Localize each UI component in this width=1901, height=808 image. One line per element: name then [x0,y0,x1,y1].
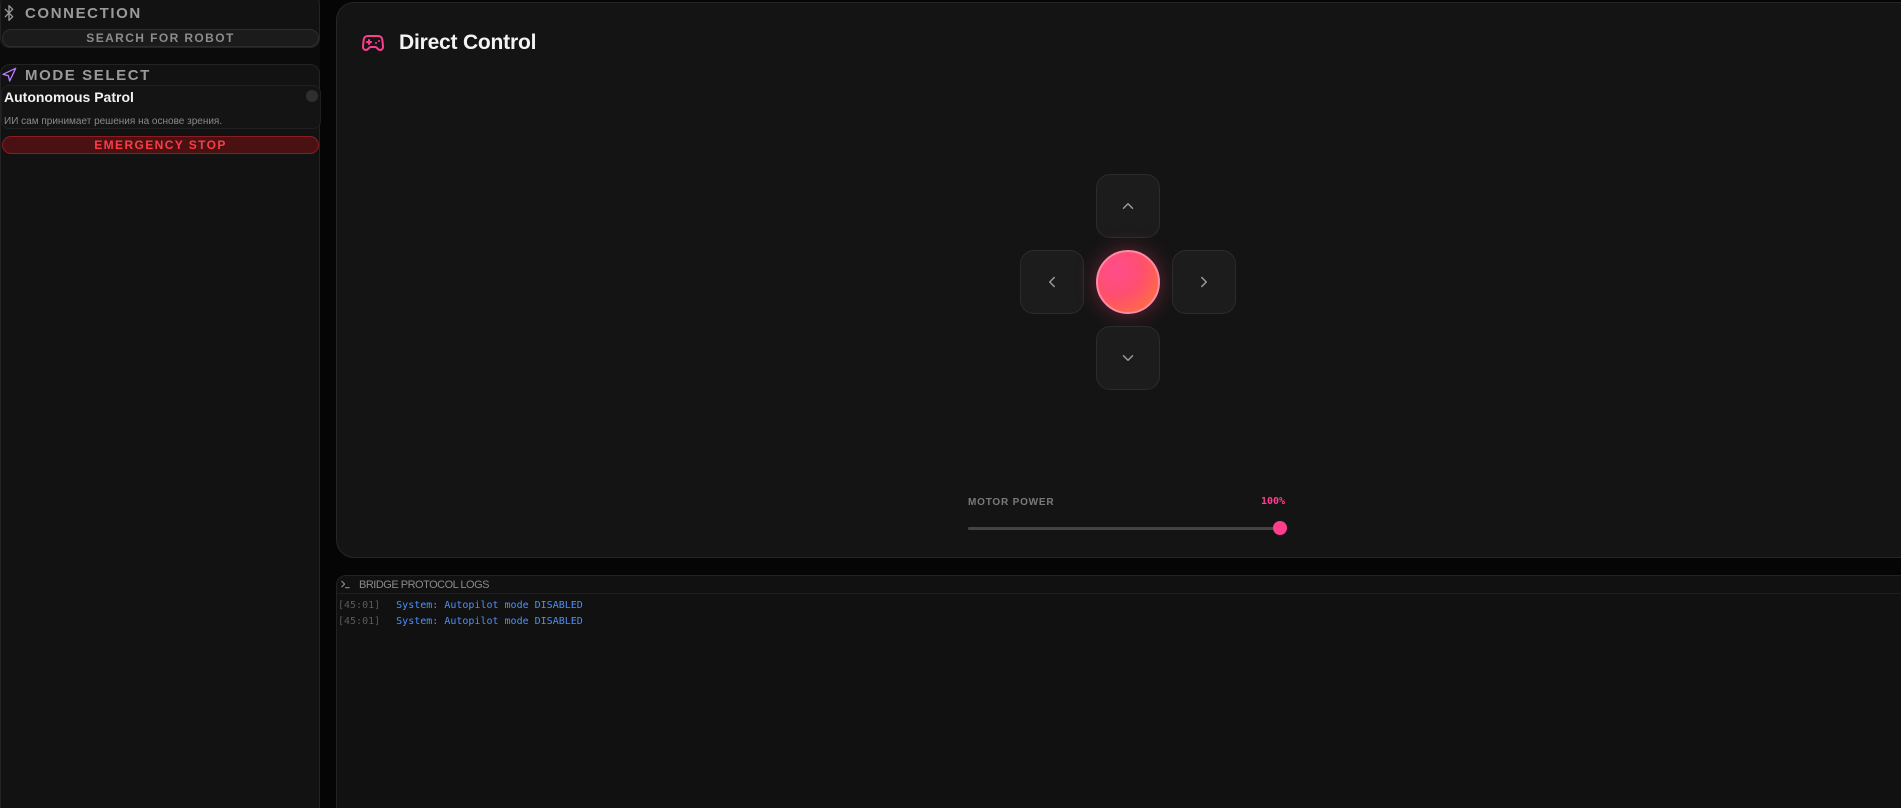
mode-select-header: MODE SELECT [1,66,151,84]
mode-toggle[interactable] [306,90,318,102]
log-message: System: Autopilot mode DISABLED [396,600,583,611]
connection-card: CONNECTION SEARCH FOR ROBOT [0,0,320,48]
logs-title: BRIDGE PROTOCOL LOGS [359,578,489,591]
mode-name: Autonomous Patrol [4,89,134,105]
dpad-right-button[interactable] [1172,250,1236,314]
chevron-down-icon [1122,355,1134,361]
bridge-logs-panel: BRIDGE PROTOCOL LOGS [45:01] System: Aut… [336,575,1901,808]
navigation-icon [2,67,17,82]
slider-track [968,527,1280,530]
mode-description: ИИ сам принимает решения на основе зрени… [4,116,223,127]
panel-header: Direct Control [361,31,536,55]
mode-select-card: MODE SELECT Autonomous Patrol ИИ сам при… [0,64,321,808]
log-entry: [45:01] System: Autopilot mode DISABLED [338,600,583,611]
mode-option-autonomous-patrol[interactable]: Autonomous Patrol ИИ сам принимает решен… [1,85,321,129]
dpad-up-button[interactable] [1096,174,1160,238]
terminal-icon [341,580,350,589]
dpad-left-button[interactable] [1020,250,1084,314]
motor-power-value: 100% [1261,496,1286,507]
logs-header: BRIDGE PROTOCOL LOGS [337,576,1901,594]
chevron-left-icon [1049,276,1055,288]
sidebar: CONNECTION SEARCH FOR ROBOT MODE SELECT … [0,0,321,808]
search-robot-button[interactable]: SEARCH FOR ROBOT [2,29,319,47]
mode-select-title: MODE SELECT [25,66,151,84]
dpad-center-button[interactable] [1096,250,1160,314]
slider-thumb[interactable] [1273,521,1287,535]
motor-power-slider[interactable] [968,520,1287,536]
dpad-down-button[interactable] [1096,326,1160,390]
panel-title: Direct Control [399,31,537,54]
chevron-up-icon [1122,203,1134,209]
log-entry: [45:01] System: Autopilot mode DISABLED [338,616,583,627]
connection-title: CONNECTION [25,4,142,22]
log-timestamp: [45:01] [338,616,381,627]
slider-fill [968,527,1280,530]
connection-header: CONNECTION [1,4,142,22]
direct-control-panel: Direct Control MOTOR POWER 100% [336,2,1901,558]
motor-power-label: MOTOR POWER [968,497,1055,508]
gamepad-icon [362,35,384,51]
bluetooth-icon [4,5,14,21]
log-timestamp: [45:01] [338,600,381,611]
log-message: System: Autopilot mode DISABLED [396,616,583,627]
app-root: CONNECTION SEARCH FOR ROBOT MODE SELECT … [0,0,1901,808]
emergency-stop-button[interactable]: EMERGENCY STOP [2,136,319,154]
chevron-right-icon [1201,276,1207,288]
